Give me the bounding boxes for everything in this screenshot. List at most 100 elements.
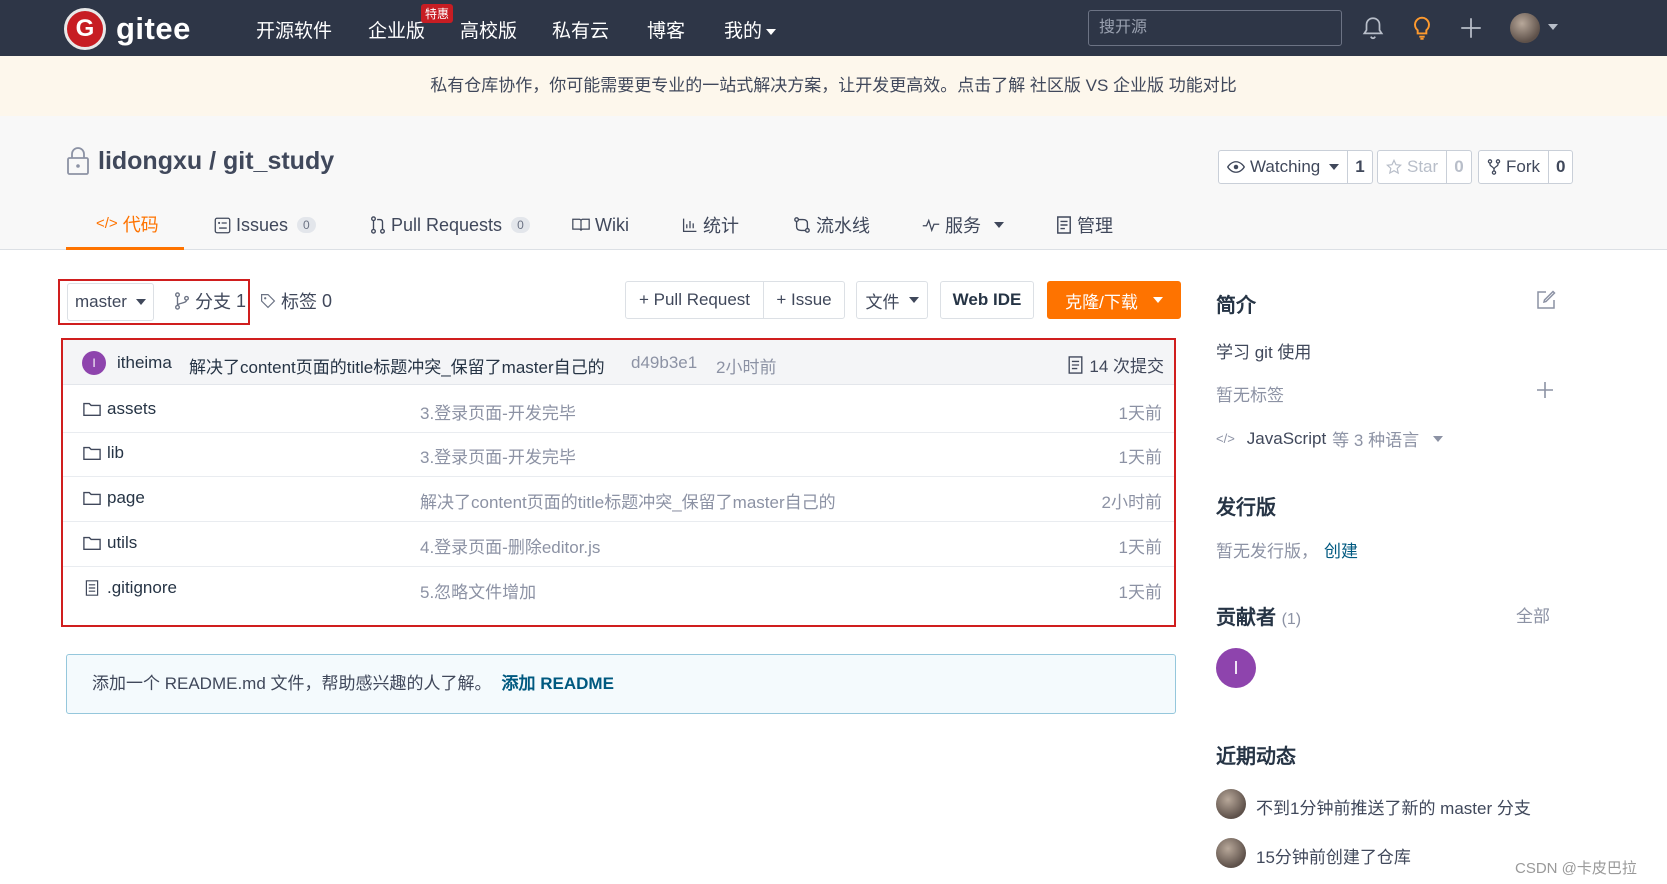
tab-pipeline[interactable]: 流水线 [793, 200, 870, 250]
language-summary[interactable]: </> JavaScript 等 3 种语言 [1216, 426, 1444, 451]
tab-manage[interactable]: 管理 [1056, 200, 1113, 250]
wiki-icon [572, 218, 590, 231]
intro-heading: 简介 [1216, 295, 1256, 317]
new-pull-request-button[interactable]: + Pull Request [625, 281, 764, 319]
file-commit-time: 2小时前 [1101, 493, 1162, 512]
branch-select[interactable]: master [67, 283, 154, 321]
branch-select-label: master [75, 292, 127, 311]
fork-button[interactable]: Fork [1479, 151, 1548, 183]
issues-count-badge: 0 [297, 217, 316, 233]
repo-name-link[interactable]: git_study [223, 147, 334, 176]
nav-item-private-cloud[interactable]: 私有云 [552, 16, 609, 43]
search-input[interactable] [1088, 10, 1342, 46]
star-count[interactable]: 0 [1446, 151, 1470, 183]
file-menu-button[interactable]: 文件 [856, 281, 928, 319]
eye-icon [1227, 161, 1245, 173]
commit-hash[interactable]: d49b3e1 [631, 353, 697, 373]
file-row-assets[interactable]: assets 3.登录页面-开发完毕 1天前 [63, 386, 1174, 433]
stats-icon [682, 218, 697, 233]
star-button[interactable]: Star [1378, 151, 1446, 183]
commit-count-link[interactable]: 14 次提交 [1068, 352, 1164, 377]
bell-icon[interactable] [1360, 15, 1386, 41]
file-name[interactable]: lib [107, 443, 124, 463]
tags-count: 0 [322, 290, 333, 311]
file-row-utils[interactable]: utils 4.登录页面-删除editor.js 1天前 [63, 520, 1174, 567]
commit-author-avatar[interactable]: I [82, 351, 106, 375]
branches-count: 1 [236, 290, 247, 311]
file-commit-message[interactable]: 5.忽略文件增加 [420, 578, 536, 603]
file-commit-time: 1天前 [1118, 538, 1162, 557]
latest-commit-bar: I itheima 解决了content页面的title标题冲突_保留了mast… [63, 340, 1174, 385]
lightbulb-icon[interactable] [1409, 15, 1435, 41]
nav-item-education[interactable]: 高校版 [460, 16, 517, 43]
activity-item[interactable]: 不到1分钟前推送了新的 master 分支 [1256, 794, 1531, 819]
activity-avatar[interactable] [1216, 838, 1246, 868]
nav-item-mine[interactable]: 我的 [724, 16, 777, 43]
readme-prompt: 添加一个 README.md 文件，帮助感兴趣的人了解。 添加 README [66, 654, 1176, 714]
repo-separator: / [202, 146, 223, 175]
file-commit-message[interactable]: 3.登录页面-开发完毕 [420, 443, 576, 468]
upgrade-banner[interactable]: 私有仓库协作，你可能需要更专业的一站式解决方案，让开发更高效。点击了解 社区版 … [0, 56, 1667, 116]
fork-count[interactable]: 0 [1548, 151, 1572, 183]
clone-download-button[interactable]: 克隆/下载 [1047, 281, 1181, 319]
file-row-lib[interactable]: lib 3.登录页面-开发完毕 1天前 [63, 430, 1174, 477]
edit-icon[interactable] [1536, 290, 1556, 310]
watch-button[interactable]: Watching [1219, 151, 1347, 183]
file-commit-message[interactable]: 解决了content页面的title标题冲突_保留了master自己的 [420, 488, 836, 513]
activity-avatar[interactable] [1216, 789, 1246, 819]
star-button-group: Star 0 [1377, 150, 1472, 184]
tab-wiki[interactable]: Wiki [572, 200, 629, 250]
tab-code[interactable]: </> 代码 [66, 200, 184, 250]
watch-label: Watching [1250, 157, 1321, 176]
commit-time: 2小时前 [716, 358, 777, 377]
tab-service[interactable]: 服务 [922, 200, 1004, 250]
repo-owner-link[interactable]: lidongxu [98, 147, 202, 176]
release-heading: 发行版 [1216, 497, 1276, 519]
watch-button-group: Watching 1 [1218, 150, 1373, 184]
release-info: 暂无发行版， 创建 [1216, 537, 1358, 562]
new-issue-button[interactable]: + Issue [763, 281, 845, 319]
plus-icon[interactable] [1458, 15, 1484, 41]
avatar-chevron-down-icon[interactable] [1548, 24, 1558, 30]
star-label: Star [1407, 157, 1439, 176]
user-avatar[interactable] [1510, 13, 1540, 43]
contributor-avatar[interactable]: I [1216, 648, 1256, 688]
add-readme-link[interactable]: 添加 README [502, 674, 614, 693]
pull-requests-count-badge: 0 [511, 217, 530, 233]
file-commit-message[interactable]: 3.登录页面-开发完毕 [420, 399, 576, 424]
branches-link[interactable]: 分支 1 [174, 288, 246, 314]
file-commit-time: 1天前 [1118, 448, 1162, 467]
chevron-down-icon [994, 222, 1004, 228]
tags-link[interactable]: 标签 0 [260, 288, 332, 314]
file-name[interactable]: page [107, 488, 145, 508]
nav-item-enterprise[interactable]: 企业版 [368, 16, 425, 43]
file-name[interactable]: .gitignore [107, 578, 177, 598]
commit-author[interactable]: itheima [117, 353, 172, 373]
tab-pipeline-label: 流水线 [816, 216, 870, 236]
language-more: 等 3 种语言 [1332, 431, 1420, 450]
all-contributors-link[interactable]: 全部 [1516, 602, 1550, 627]
tab-pull-requests[interactable]: Pull Requests 0 [370, 200, 530, 250]
chevron-down-icon [135, 299, 146, 305]
commit-message[interactable]: 解决了content页面的title标题冲突_保留了master自己的 [189, 353, 605, 378]
gitee-logo[interactable]: G gitee [64, 8, 191, 50]
tab-stats[interactable]: 统计 [682, 200, 739, 250]
repo-header: lidongxu / git_study Watching 1 Star 0 F… [0, 116, 1667, 250]
nav-item-open-source[interactable]: 开源软件 [256, 16, 332, 43]
nav-item-blog[interactable]: 博客 [647, 16, 685, 43]
watch-count[interactable]: 1 [1347, 151, 1371, 183]
file-name[interactable]: utils [107, 533, 137, 553]
activity-item[interactable]: 15分钟前创建了仓库 [1256, 843, 1411, 868]
file-name[interactable]: assets [107, 399, 156, 419]
tab-issues[interactable]: Issues 0 [214, 200, 316, 250]
contributors-heading: 贡献者 (1) [1216, 601, 1301, 630]
web-ide-button[interactable]: Web IDE [940, 281, 1034, 319]
file-row-page[interactable]: page 解决了content页面的title标题冲突_保留了master自己的… [63, 475, 1174, 522]
add-tag-icon[interactable] [1536, 381, 1554, 399]
folder-icon [83, 446, 101, 460]
file-commit-message[interactable]: 4.登录页面-删除editor.js [420, 533, 600, 558]
folder-icon [83, 402, 101, 416]
create-release-link[interactable]: 创建 [1324, 542, 1358, 561]
file-row-gitignore[interactable]: .gitignore 5.忽略文件增加 1天前 [63, 565, 1174, 612]
branch-icon [175, 292, 189, 310]
